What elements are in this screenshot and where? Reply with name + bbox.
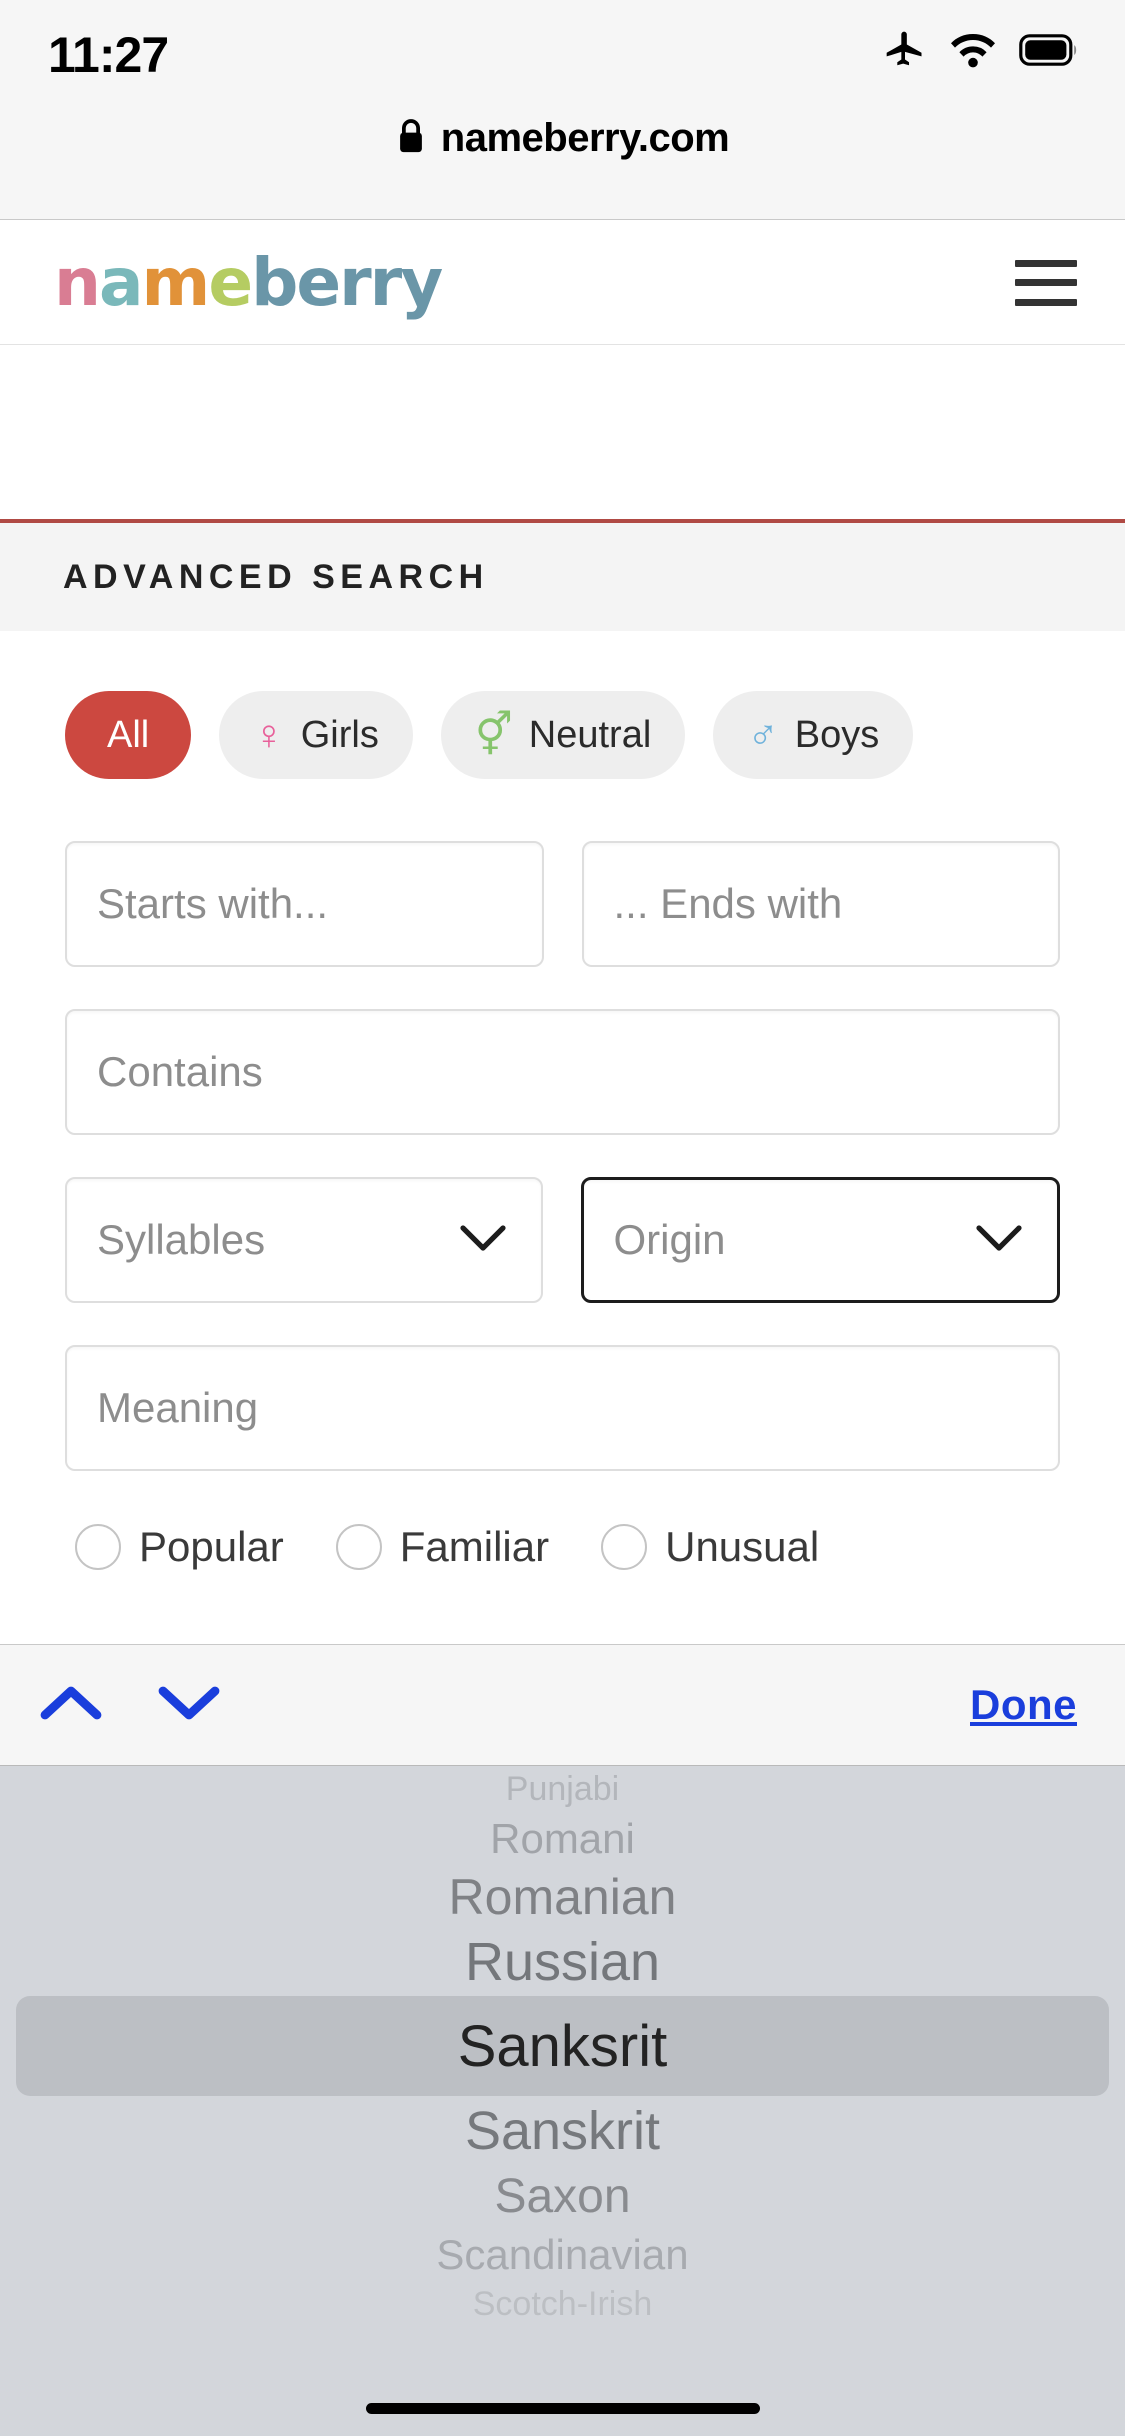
style-radio-popular[interactable]: Popular [75,1523,284,1571]
gender-filter-girls[interactable]: ♀ Girls [219,691,413,779]
picker-selection-highlight: Sanksrit [16,1996,1109,2096]
page-title: ADVANCED SEARCH [63,557,489,596]
advanced-search-form: All ♀ Girls ⚥ Neutral ♂ Boys Starts with… [0,631,1125,1644]
contains-row: Contains [65,1009,1060,1135]
style-radio-unusual-label: Unusual [665,1523,820,1570]
syllables-select[interactable]: Syllables [65,1177,543,1303]
battery-icon [1019,34,1079,66]
picker-option[interactable]: Punjabi [0,1766,1125,1812]
picker-option[interactable]: Sanskrit [0,2096,1125,2166]
logo-letter: a [99,243,144,321]
ends-with-input[interactable]: ... Ends with [581,841,1060,967]
meaning-placeholder: Meaning [97,1384,259,1431]
starts-with-input[interactable]: Starts with... [65,841,544,967]
next-field-button[interactable] [148,1664,230,1746]
gender-filter-group: All ♀ Girls ⚥ Neutral ♂ Boys [65,691,1060,779]
airplane-mode-icon [883,28,927,72]
male-symbol-icon: ♂ [747,711,779,758]
home-indicator [365,2403,760,2414]
gender-filter-neutral-label: Neutral [528,713,652,756]
logo-letter: r [339,243,372,321]
url-text: nameberry.com [440,116,730,160]
picker-option[interactable]: Scandinavian [0,2228,1125,2282]
chevron-up-icon [39,1683,103,1728]
logo-letter: e [208,243,253,321]
logo-letter: e [296,243,341,321]
radio-button-icon[interactable] [601,1524,648,1570]
gender-filter-boys[interactable]: ♂ Boys [713,691,914,779]
syllables-placeholder: Syllables [97,1216,266,1263]
style-radio-popular-label: Popular [139,1523,284,1570]
lock-icon [396,117,426,160]
picker-option[interactable]: Russian [0,1928,1125,1996]
picker-option[interactable]: Romanian [0,1866,1125,1928]
syllables-origin-row: Syllables Origin [65,1177,1060,1303]
wifi-icon [949,32,997,68]
logo-letter: y [400,243,443,321]
origin-placeholder: Origin [613,1216,726,1263]
style-radio-group: Popular Familiar Unusual [65,1523,1060,1571]
site-header: nameberry [0,221,1125,345]
gender-filter-neutral[interactable]: ⚥ Neutral [440,691,686,779]
logo-letter: r [369,243,403,321]
starts-with-placeholder: Starts with... [97,880,329,927]
status-bar-clock: 11:27 [48,27,169,83]
origin-picker-wheel[interactable]: Punjabi Romani Romanian Russian Sanksrit… [0,1766,1125,2436]
name-affix-row: Starts with... ... Ends with [65,841,1060,967]
picker-option[interactable]: Romani [0,1812,1125,1866]
picker-option[interactable]: Saxon [0,2166,1125,2228]
status-bar-indicators [883,28,1079,72]
gender-filter-all[interactable]: All [65,691,192,779]
logo-letter: b [251,243,298,321]
meaning-input[interactable]: Meaning [65,1345,1060,1471]
radio-button-icon[interactable] [335,1524,382,1570]
female-symbol-icon: ♀ [253,711,285,758]
previous-field-button[interactable] [30,1664,112,1746]
gender-filter-girls-label: Girls [300,713,379,756]
advanced-search-header: ADVANCED SEARCH [0,519,1125,631]
picker-selected-option: Sanksrit [457,2013,668,2079]
browser-url-bar[interactable]: nameberry.com [0,108,1125,220]
hamburger-menu-icon[interactable] [1015,259,1077,306]
chevron-down-icon [975,1216,1023,1264]
ad-placeholder-area [0,345,1125,519]
ends-with-placeholder: ... Ends with [613,880,843,927]
done-button[interactable]: Done [970,1681,1077,1729]
gender-filter-all-label: All [107,713,150,756]
gender-filter-boys-label: Boys [794,713,880,756]
keyboard-accessory-bar: Done [0,1644,1125,1766]
phone-screen: 11:27 nameberry.com nameberry ADVANCED S… [0,0,1125,2436]
url-bar-content[interactable]: nameberry.com [396,116,730,161]
style-radio-familiar[interactable]: Familiar [335,1523,550,1571]
meaning-row: Meaning [65,1345,1060,1471]
picker-option-list: Punjabi Romani Romanian Russian Sanksrit… [0,1766,1125,2326]
contains-placeholder: Contains [97,1048,263,1095]
origin-select[interactable]: Origin [580,1177,1060,1303]
style-radio-familiar-label: Familiar [399,1523,550,1570]
contains-input[interactable]: Contains [65,1009,1060,1135]
chevron-down-icon [459,1216,507,1264]
style-radio-unusual[interactable]: Unusual [601,1523,819,1571]
nameberry-logo[interactable]: nameberry [54,249,443,316]
neutral-gender-symbol-icon: ⚥ [474,711,513,758]
logo-letter: n [54,243,101,321]
accessory-nav-buttons [30,1664,230,1746]
picker-option[interactable]: Scotch-Irish [0,2282,1125,2326]
picker-selected-row[interactable]: Sanksrit [0,1996,1125,2096]
chevron-down-icon [157,1683,221,1728]
radio-button-icon[interactable] [75,1524,121,1570]
logo-letter: m [141,243,211,321]
